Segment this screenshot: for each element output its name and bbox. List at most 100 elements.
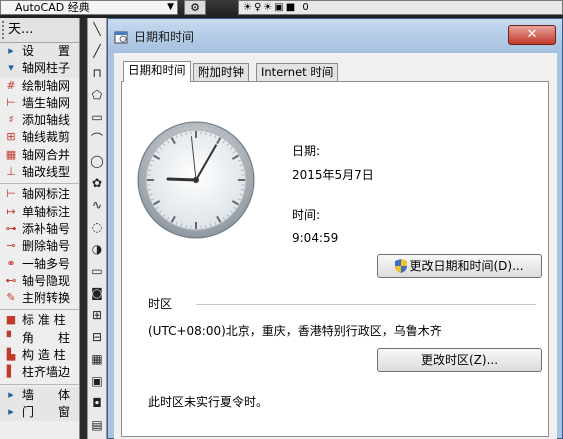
draw-tool-icon[interactable]: ◌ [88, 216, 106, 238]
palette-item[interactable]: ▘ 角 柱 [0, 330, 79, 347]
palette-item[interactable]: ⊢ 轴网标注 [0, 186, 79, 203]
palette-item-label: 墙生轴网 [22, 95, 71, 110]
palette-item-label: 轴线裁剪 [22, 130, 71, 145]
palette-item[interactable]: # 绘制轴网 [0, 78, 79, 95]
palette-item[interactable]: ⊸ 删除轴号 [0, 238, 79, 255]
palette-item-label: 构 造 柱 [22, 348, 66, 363]
tool-icon: ♯ [8, 113, 14, 127]
palette-item[interactable]: ⊢ 墙生轴网 [0, 95, 79, 112]
palette-item-label: 门 窗 [22, 404, 71, 419]
expand-arrow-icon: ▸ [8, 44, 14, 57]
expand-arrow-icon: ▸ [8, 387, 14, 401]
palette-divider [0, 183, 79, 185]
tool-icon: ▙ [6, 348, 16, 362]
tool-icon: ↦ [6, 204, 16, 218]
palette-item-label: 删除轴号 [22, 239, 71, 254]
draw-tool-icon[interactable]: ∿ [88, 194, 106, 216]
draw-tool-icon[interactable]: ▤ [88, 414, 106, 436]
palette-title: 天... [8, 22, 34, 37]
time-value: 9:04:59 [292, 231, 339, 245]
palette-item[interactable]: ⚭ 一轴多号 [0, 256, 79, 273]
palette-item[interactable]: ⊥ 轴改线型 [0, 164, 79, 181]
draw-tool-icon[interactable]: ⊓ [88, 62, 106, 84]
palette-section[interactable]: ▸ 门 窗 [0, 403, 79, 422]
palette-item[interactable]: ⊞ 轴线裁剪 [0, 129, 79, 146]
change-date-time-label: 更改日期和时间(D)... [409, 259, 524, 273]
tangent-tool-palette: 天... ▸ 设 置 ▾ 轴网柱子 # 绘制轴网 ⊢ 墙生轴网 ♯ 添加轴线 ⊞ 轴线裁剪 ▦ 轴网合并 ⊥… [0, 18, 80, 439]
draw-tool-icon[interactable]: ◘ [88, 392, 106, 414]
palette-item-label: 轴号隐现 [22, 273, 71, 288]
tab-date-time[interactable]: 日期和时间 [123, 61, 191, 82]
draw-tool-icon[interactable]: ◑ [88, 238, 106, 260]
palette-item[interactable]: ↦ 单轴标注 [0, 204, 79, 221]
palette-item[interactable]: ▙ 构 造 柱 [0, 347, 79, 364]
tool-icon: ▌ [6, 365, 16, 379]
date-label: 日期: [292, 144, 321, 158]
close-button[interactable]: ✕ [508, 25, 556, 45]
draw-tool-icon[interactable]: ⊞ [88, 304, 106, 326]
palette-item[interactable]: ⊷ 轴号隐现 [0, 273, 79, 290]
palette-item-label: 单轴标注 [22, 204, 71, 219]
tool-icon: ⊷ [5, 273, 17, 287]
draw-tool-icon[interactable]: ▭ [88, 106, 106, 128]
dialog-client: 日期和时间 附加时钟 Internet 时间 日期: 2015年5月7日 时间:… [114, 53, 557, 439]
tool-icon: ⊞ [6, 130, 16, 144]
change-timezone-button[interactable]: 更改时区(Z)... [377, 348, 542, 372]
tab-additional-clocks[interactable]: 附加时钟 [193, 63, 249, 82]
palette-header[interactable]: 天... [0, 18, 79, 43]
draw-tool-icon[interactable]: ▦ [88, 348, 106, 370]
dialog-title: 日期和时间 [134, 30, 195, 44]
tool-icon: ⚭ [6, 256, 16, 270]
draw-tool-icon[interactable]: ◯ [88, 150, 106, 172]
palette-item-label: 轴网合并 [22, 147, 71, 162]
autocad-toolbar: AutoCAD 经典 ▼ ⚙ ☀♀☀▣■ 0 [0, 0, 563, 18]
shield-icon [395, 259, 408, 273]
palette-item[interactable]: ▌ 柱齐墙边 [0, 364, 79, 381]
tool-icon: # [6, 78, 16, 92]
tool-icon: ⊢ [6, 187, 16, 201]
gear-icon[interactable]: ⚙ [184, 0, 206, 15]
palette-list: ▸ 设 置 ▾ 轴网柱子 # 绘制轴网 ⊢ 墙生轴网 ♯ 添加轴线 ⊞ 轴线裁剪 ▦ 轴网合并 ⊥ 轴改线型 ⊢… [0, 43, 79, 422]
workspace-dropdown[interactable]: AutoCAD 经典 ▼ [0, 0, 178, 15]
palette-item[interactable]: ♯ 添加轴线 [0, 112, 79, 129]
section-divider [196, 304, 536, 305]
draw-tool-icon[interactable]: ╱ [88, 40, 106, 62]
change-date-time-button[interactable]: 更改日期和时间(D)... [377, 254, 542, 278]
hour-hand [166, 177, 198, 182]
palette-section[interactable]: ▸ 设 置 [0, 43, 79, 61]
draw-tool-icon[interactable]: ⬠ [88, 84, 106, 106]
palette-item-label: 轴网标注 [22, 187, 71, 202]
palette-section[interactable]: ▸ 墙 体 [0, 386, 79, 404]
draw-tool-icon[interactable]: ▭ [88, 260, 106, 282]
palette-divider [0, 383, 79, 385]
chevron-down-icon: ▼ [167, 2, 174, 12]
palette-item[interactable]: ✎ 主附转换 [0, 290, 79, 307]
palette-item[interactable]: ▦ 轴网合并 [0, 147, 79, 164]
draw-tool-icon[interactable]: ⊟ [88, 326, 106, 348]
tool-icon: ⊸ [6, 239, 16, 253]
draw-tool-icon[interactable]: ╲ [88, 18, 106, 40]
tool-icon: ■ [5, 313, 17, 327]
grip-handle[interactable] [2, 21, 5, 39]
layer-control[interactable]: ☀♀☀▣■ 0 [238, 0, 563, 15]
draw-tool-icon[interactable]: ⌒ [88, 128, 106, 150]
tab-internet-time[interactable]: Internet 时间 [256, 63, 339, 82]
dst-note: 此时区未实行夏令时。 [148, 395, 269, 409]
tool-icon: ⊥ [6, 165, 16, 179]
palette-divider [0, 309, 79, 311]
palette-item-label: 柱齐墙边 [22, 365, 71, 380]
tool-icon: ▦ [5, 147, 17, 161]
palette-item-label: 主附转换 [22, 291, 71, 306]
clock-calendar-icon [114, 31, 128, 44]
tool-icon: ⊶ [5, 221, 17, 235]
tool-icon: ⊢ [6, 95, 16, 109]
dialog-title-bar[interactable]: 日期和时间 ✕ [108, 19, 562, 53]
draw-tool-icon[interactable]: ◙ [88, 282, 106, 304]
palette-item[interactable]: ⊶ 添补轴号 [0, 221, 79, 238]
palette-item-label: 设 置 [22, 44, 71, 58]
palette-section[interactable]: ▾ 轴网柱子 [0, 60, 79, 78]
palette-item[interactable]: ■ 标 准 柱 [0, 312, 79, 329]
draw-tool-icon[interactable]: ▣ [88, 370, 106, 392]
palette-item-label: 标 准 柱 [22, 313, 66, 328]
draw-tool-icon[interactable]: ✿ [88, 172, 106, 194]
